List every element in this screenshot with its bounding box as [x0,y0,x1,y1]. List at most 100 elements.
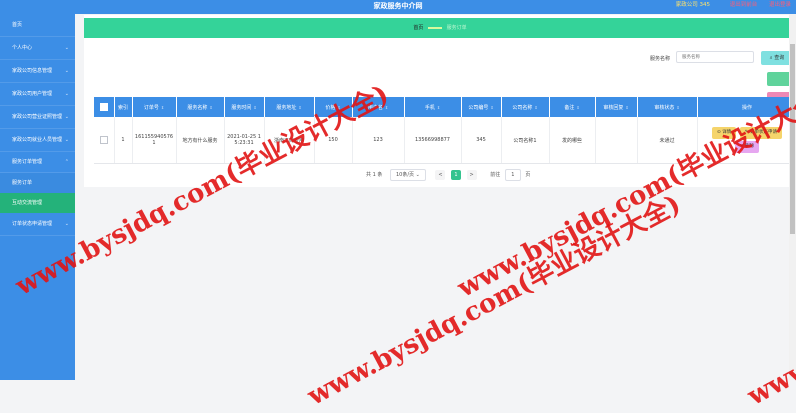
table-header-row: 索引 订单号 ⇕ 服务名称 ⇕ 服务时间 ⇕ 服务地址 ⇕ 价格 ⇕ 用户名 ⇕ 手机 ⇕ 公… [94,97,796,117]
page-size-select[interactable]: 10条/页 ⌄ [389,169,426,181]
status-apply-button[interactable]: ✎ 订单状态申请 [739,127,783,139]
cell-reply [595,117,638,164]
edit-icon: ✎ [744,130,749,135]
table-header[interactable]: 服务名称 ⇕ [176,97,225,117]
detail-icon: ⊙ [716,130,721,135]
sort-icon: ⇕ [337,104,341,110]
sort-icon: ⇕ [625,104,629,110]
page-number-button[interactable]: 1 [451,170,462,180]
sidebar-item-label: 服务订单管理 [12,159,43,165]
sidebar-item-business-license[interactable]: 家政公司营业证照管理 ⌄ [0,106,75,129]
table-header[interactable]: 服务时间 ⇕ [224,97,265,117]
trash-icon: ✕ [739,144,744,149]
sidebar-item-employees[interactable]: 家政公司就业人员管理 ⌄ [0,129,75,152]
delete-button[interactable]: ✕ 删除 [734,141,760,153]
back-to-front-link[interactable]: 退出到前台 [730,2,758,8]
cell-actions: ⊙ 详情 ✎ 订单状态申请 ✕ 删除 [697,117,796,164]
sidebar-subitem-interaction[interactable]: 互动交流管理 [0,193,75,213]
goto-page-input[interactable]: 1 [504,169,521,181]
breadcrumb-home[interactable]: 首页 [413,25,423,31]
chevron-up-icon: ⌃ [64,159,69,165]
pagination-total: 共 1 条 [366,172,383,178]
top-header: 家政服务中介网 家政公司 345 退出到前台 退出登录 [0,0,796,14]
sort-icon: ⇕ [436,104,441,110]
sidebar-subitem-service-order[interactable]: 服务订单 [0,173,75,193]
cell-service-time: 2021-01-25 15:23:31 [224,117,265,164]
table-header: 操作 [697,97,796,117]
table-row: 1 1611559405761 地方有什么服务 2021-01-25 15:23… [94,117,796,164]
sidebar-item-label: 首页 [12,22,23,28]
table-header[interactable]: 审核回复 ⇕ [595,97,638,117]
sidebar-group-service-orders[interactable]: 服务订单管理 ⌃ [0,152,75,173]
sidebar-item-personal-center[interactable]: 个人中心 ⌄ [0,37,75,60]
sort-icon: ⇕ [160,104,165,110]
chevron-down-icon: ⌄ [415,172,420,178]
sort-icon: ⇕ [534,104,538,110]
company-name-label: 家政公司 345 [675,2,710,8]
header-user-area: 家政公司 345 退出到前台 退出登录 [676,0,791,14]
cell-order-no: 1611559405761 [132,117,177,164]
table-header[interactable]: 价格 ⇕ [314,97,353,117]
chevron-down-icon: ⌄ [64,91,69,97]
search-icon: ⌕ [769,55,773,61]
select-all-cell[interactable] [94,97,115,117]
sidebar-item-company-users[interactable]: 家政公司用户管理 ⌄ [0,83,75,106]
table-header[interactable]: 订单号 ⇕ [132,97,177,117]
cell-service-name: 地方有什么服务 [176,117,225,164]
cell-status: 未通过 [637,117,698,164]
sidebar-item-order-status-apply[interactable]: 订单状态申请管理 ⌄ [0,213,75,236]
cell-price: 150 [314,117,353,164]
cell-company-no: 345 [461,117,502,164]
search-input[interactable] [676,51,754,63]
row-select-cell[interactable] [94,117,115,164]
chevron-down-icon: ⌄ [64,114,69,120]
table-header[interactable]: 服务地址 ⇕ [264,97,315,117]
table-header[interactable]: 公司编号 ⇕ [461,97,502,117]
next-page-button[interactable]: > [466,170,477,180]
sidebar: 首页 个人中心 ⌄ 家政公司信息管理 ⌄ 家政公司用户管理 ⌄ 家政公司营业证照… [0,14,75,380]
detail-button[interactable]: ⊙ 详情 [711,127,737,139]
row-checkbox[interactable] [99,136,108,144]
cell-username: 123 [352,117,405,164]
sort-icon: ⇕ [298,104,302,110]
goto-unit-label: 页 [525,172,531,178]
search-label: 服务名称 [650,56,671,62]
sort-icon: ⇕ [676,104,680,110]
sidebar-item-label: 互动交流管理 [12,200,43,206]
sort-icon: ⇕ [576,104,580,110]
query-button-label: 查询 [774,55,785,61]
cell-company-name: 公司名称1 [501,117,550,164]
breadcrumb-separator [428,26,442,29]
page-scrollbar[interactable] [789,14,796,380]
sort-icon: ⇕ [384,104,389,110]
chevron-down-icon: ⌄ [64,137,69,143]
sidebar-item-label: 家政公司就业人员管理 [12,137,63,143]
sidebar-item-home[interactable]: 首页 [0,14,75,37]
chevron-down-icon: ⌄ [64,68,69,74]
logout-link[interactable]: 退出登录 [769,2,791,8]
sidebar-item-label: 订单状态申请管理 [12,221,53,227]
table-header: 索引 [114,97,133,117]
sort-icon: ⇕ [209,104,213,110]
select-all-checkbox[interactable] [99,103,108,111]
table-header[interactable]: 备注 ⇕ [549,97,596,117]
table-header[interactable]: 审核状态 ⇕ [637,97,698,117]
sidebar-item-label: 家政公司用户管理 [12,91,53,97]
goto-label: 前往 [490,172,501,178]
sidebar-item-label: 家政公司信息管理 [12,68,53,74]
sidebar-item-label: 个人中心 [12,45,33,51]
cell-remark: 发的哪些 [549,117,596,164]
main-panel: 首页 服务订单 服务名称 ⌕ 查询 索引 订单号⇕ 服务名称⇕ 服务时间⇕ 服务… [84,15,796,187]
pagination: 共 1 条 10条/页 ⌄ < 1 > 前往 1 页 [366,169,530,181]
sort-icon: ⇕ [253,104,257,110]
table-header[interactable]: 用户名 ⇕ [352,97,405,117]
sidebar-item-company-info[interactable]: 家政公司信息管理 ⌄ [0,60,75,83]
sort-icon: ⇕ [490,104,494,110]
scrollbar-thumb[interactable] [790,44,795,234]
watermark-text: www.bysjdq.com(毕业设计大全) [742,189,796,412]
table-header[interactable]: 公司名称 ⇕ [501,97,550,117]
watermark-text: www.bysjdq.com(毕业设计大全) [302,189,686,412]
table-header[interactable]: 手机 ⇕ [404,97,462,117]
cell-index: 1 [114,117,133,164]
prev-page-button[interactable]: < [435,170,446,180]
